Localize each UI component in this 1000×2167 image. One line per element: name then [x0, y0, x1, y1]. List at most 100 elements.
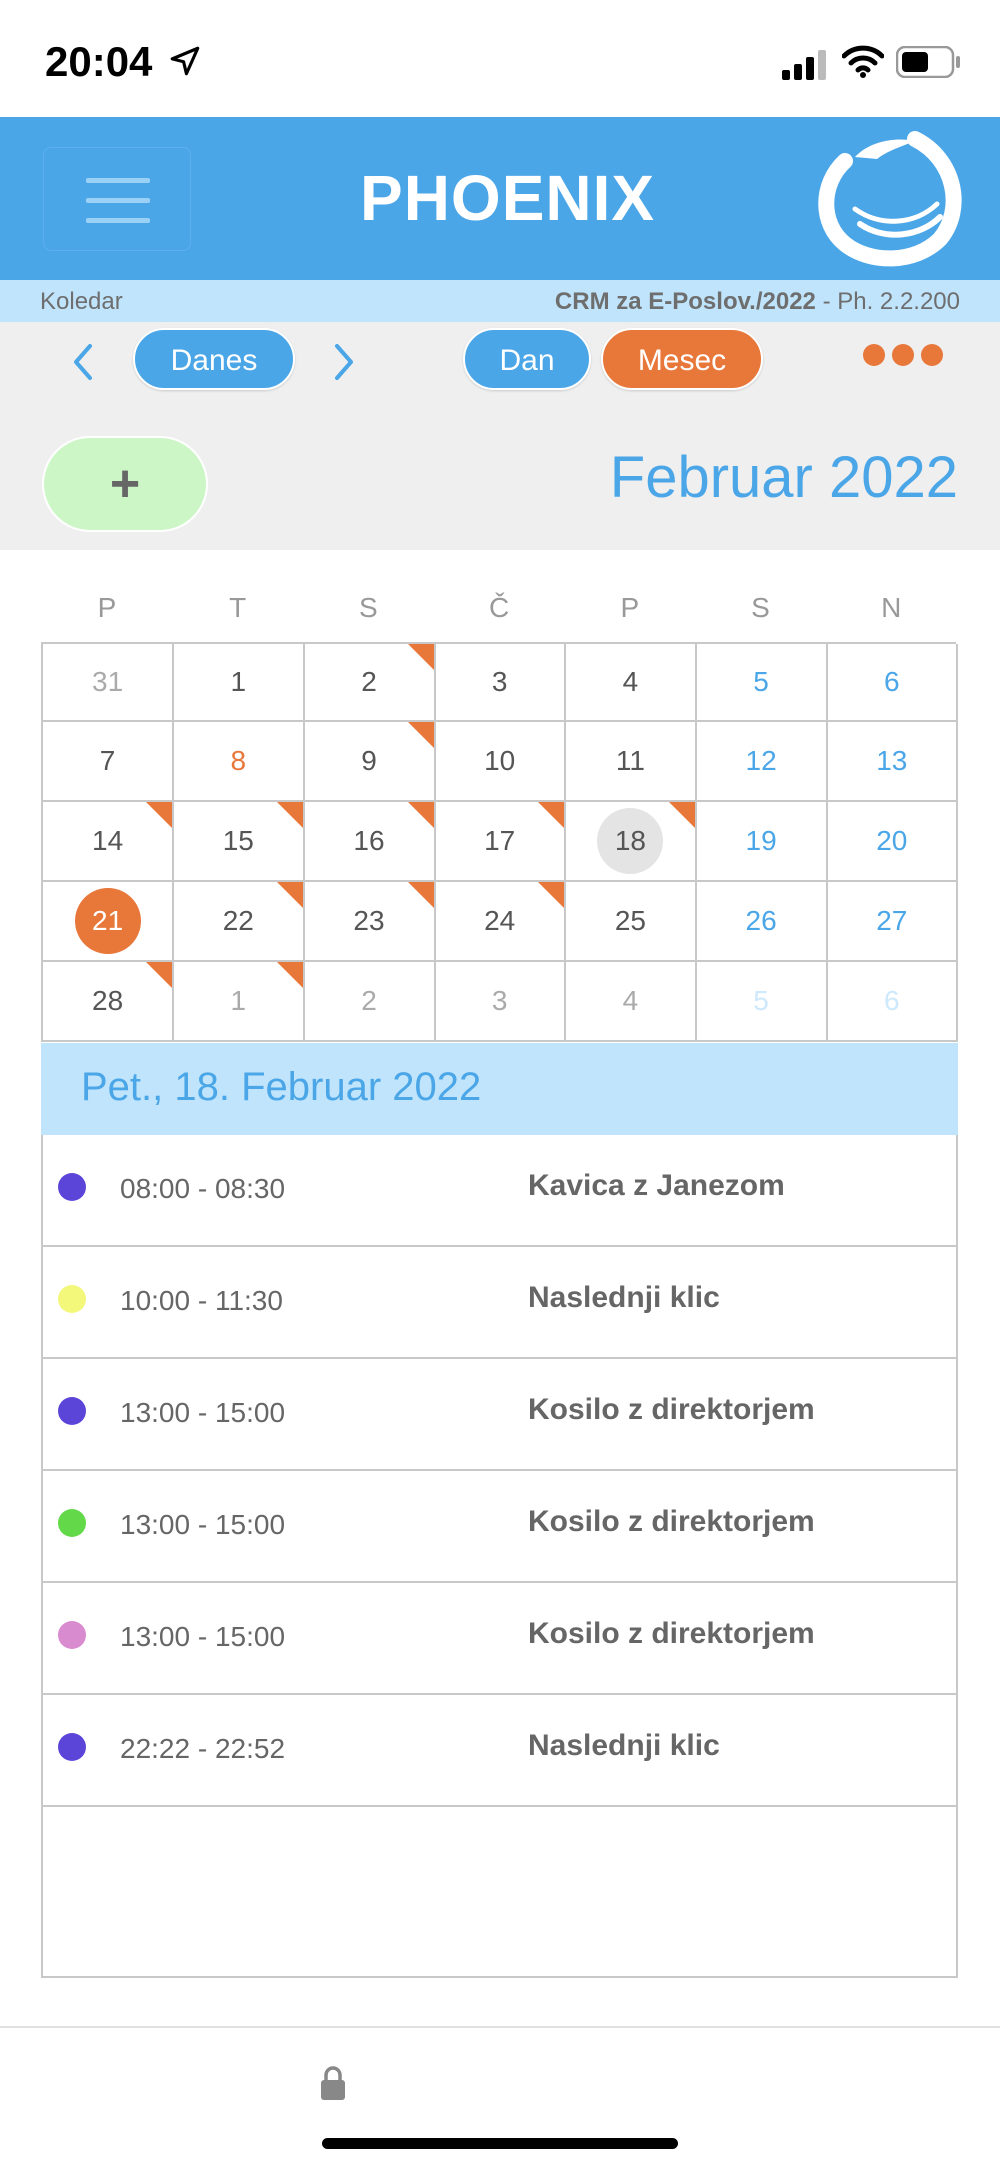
product-name: CRM za E-Poslov./2022 — [554, 288, 816, 315]
calendar-day-cell[interactable]: 5 — [696, 644, 828, 722]
selected-day-title: Pet., 18. Februar 2022 — [81, 1065, 482, 1109]
weekday-label: P — [97, 592, 117, 623]
calendar-day-cell[interactable]: 16 — [304, 802, 436, 882]
day-number: 10 — [484, 745, 516, 776]
hamburger-menu-button[interactable] — [43, 147, 191, 251]
month-view-button[interactable]: Mesec — [601, 328, 763, 390]
calendar-day-cell[interactable]: 13 — [827, 722, 959, 802]
day-number: 27 — [876, 905, 908, 936]
weekday-label: T — [229, 592, 247, 623]
day-number: 12 — [745, 745, 777, 776]
calendar-day-cell[interactable]: 5 — [696, 962, 828, 1042]
weekday-label: S — [359, 592, 378, 623]
calendar-day-cell[interactable]: 7 — [43, 722, 175, 802]
weekday-label: Č — [488, 592, 510, 623]
bottom-bar — [0, 2026, 1000, 2167]
event-title: Naslednji klic — [528, 1729, 720, 1762]
calendar-day-cell[interactable]: 1 — [173, 644, 305, 722]
day-number: 1 — [230, 666, 247, 697]
add-event-button[interactable]: + — [42, 436, 208, 532]
event-row[interactable]: 13:00 - 15:00 Kosilo z direktorjem — [43, 1471, 956, 1583]
calendar-day-cell[interactable]: 15 — [173, 802, 305, 882]
calendar-day-cell[interactable]: 24 — [435, 882, 567, 962]
event-color-dot-icon — [58, 1509, 86, 1537]
day-number: 5 — [753, 666, 769, 697]
event-color-dot-icon — [58, 1733, 86, 1761]
event-row[interactable]: 22:22 - 22:52 Naslednji klic — [43, 1695, 956, 1807]
day-number: 3 — [491, 666, 508, 697]
event-indicator-icon — [407, 644, 434, 670]
day-number: 15 — [222, 825, 254, 856]
calendar-day-cell[interactable]: 6 — [827, 962, 959, 1042]
phoenix-logo-icon — [818, 131, 962, 267]
day-number: 13 — [876, 745, 908, 776]
prev-month-chevron-icon[interactable] — [70, 342, 98, 382]
event-row[interactable]: 13:00 - 15:00 Kosilo z direktorjem — [43, 1583, 956, 1695]
calendar-day-cell[interactable]: 4 — [565, 644, 697, 722]
event-row[interactable]: 13:00 - 15:00 Kosilo z direktorjem — [43, 1359, 956, 1471]
day-number: 21 — [92, 905, 124, 936]
calendar-day-cell[interactable]: 25 — [565, 882, 697, 962]
calendar-day-cell[interactable]: 2 — [304, 644, 436, 722]
calendar-day-cell[interactable]: 11 — [565, 722, 697, 802]
event-indicator-icon — [407, 882, 434, 908]
calendar-day-cell[interactable]: 31 — [43, 644, 175, 722]
calendar-day-cell[interactable]: 17 — [435, 802, 567, 882]
calendar-day-cell[interactable]: 28 — [43, 962, 175, 1042]
day-number: 28 — [92, 985, 124, 1016]
event-indicator-icon — [538, 882, 565, 908]
dot-icon — [921, 344, 943, 366]
event-time: 22:22 - 22:52 — [120, 1733, 286, 1764]
app-header: PHOENIX — [0, 117, 1000, 280]
day-number: 19 — [745, 825, 777, 856]
calendar-day-cell[interactable]: 12 — [696, 722, 828, 802]
calendar-day-cell[interactable]: 18 — [565, 802, 697, 882]
calendar-day-cell[interactable]: 6 — [827, 644, 959, 722]
day-number: 24 — [484, 905, 516, 936]
app-title: PHOENIX — [360, 162, 656, 234]
battery-icon — [896, 46, 960, 78]
calendar-day-cell[interactable]: 20 — [827, 802, 959, 882]
calendar-day-cell[interactable]: 9 — [304, 722, 436, 802]
dot-icon — [892, 344, 914, 366]
event-color-dot-icon — [58, 1173, 86, 1201]
event-indicator-icon — [668, 802, 695, 828]
calendar-day-cell[interactable]: 4 — [565, 962, 697, 1042]
calendar-day-cell[interactable]: 3 — [435, 962, 567, 1042]
more-options-icon[interactable] — [860, 322, 960, 392]
day-number: 3 — [491, 985, 508, 1016]
calendar-day-cell[interactable]: 8 — [173, 722, 305, 802]
weekday-label: S — [751, 592, 770, 623]
calendar-day-cell[interactable]: 19 — [696, 802, 828, 882]
today-button[interactable]: Danes — [133, 328, 295, 390]
event-row[interactable]: 08:00 - 08:30 Kavica z Janezom — [43, 1135, 956, 1247]
event-indicator-icon — [276, 962, 303, 988]
day-number: 6 — [883, 666, 900, 697]
lock-icon[interactable] — [318, 2064, 348, 2102]
calendar-day-cell[interactable]: 22 — [173, 882, 305, 962]
calendar-day-cell[interactable]: 27 — [827, 882, 959, 962]
home-indicator — [322, 2138, 678, 2149]
event-title: Kosilo z direktorjem — [528, 1617, 815, 1650]
calendar-day-cell[interactable]: 3 — [435, 644, 567, 722]
day-number: 17 — [484, 825, 516, 856]
event-time: 13:00 - 15:00 — [120, 1621, 286, 1652]
calendar-day-cell[interactable]: 2 — [304, 962, 436, 1042]
calendar-day-cell[interactable]: 26 — [696, 882, 828, 962]
next-month-chevron-icon[interactable] — [329, 342, 357, 382]
version-number: - Ph. 2.2.200 — [815, 288, 960, 315]
event-row[interactable]: 10:00 - 11:30 Naslednji klic — [43, 1247, 956, 1359]
calendar-day-cell[interactable]: 10 — [435, 722, 567, 802]
calendar-day-cell[interactable]: 23 — [304, 882, 436, 962]
calendar-day-cell[interactable]: 14 — [43, 802, 175, 882]
day-number: 22 — [222, 905, 254, 936]
menu-line-icon — [86, 218, 150, 223]
day-view-button[interactable]: Dan — [463, 328, 591, 390]
calendar-day-cell[interactable]: 21 — [43, 882, 175, 962]
event-time: 08:00 - 08:30 — [120, 1173, 286, 1204]
day-number: 2 — [361, 985, 377, 1016]
event-indicator-icon — [276, 882, 303, 908]
event-time: 13:00 - 15:00 — [120, 1509, 286, 1540]
calendar-day-cell[interactable]: 1 — [173, 962, 305, 1042]
location-arrow-icon — [170, 46, 200, 76]
